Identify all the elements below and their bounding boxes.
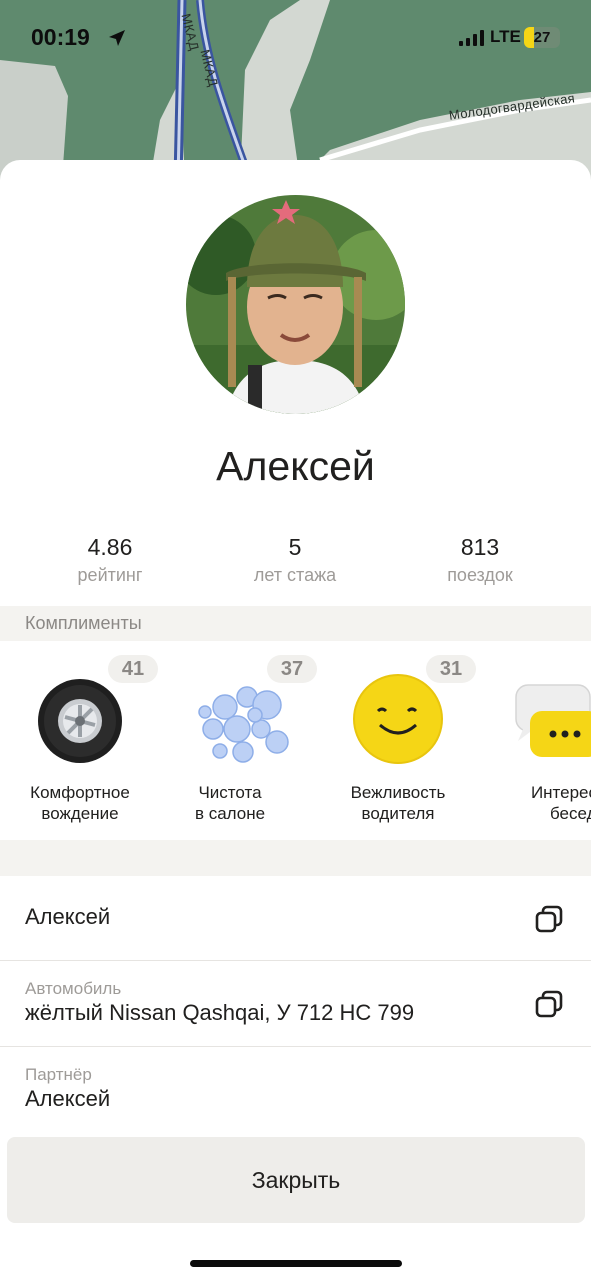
stat-trips: 813 поездок <box>390 533 570 589</box>
status-bar: 00:19 LTE 27 <box>0 0 591 76</box>
copy-icon[interactable] <box>534 989 564 1019</box>
compliment-label: Интересная беседа <box>498 782 591 824</box>
copy-icon[interactable] <box>534 904 564 934</box>
partner-caption: Партнёр <box>25 1065 92 1084</box>
compliment-clean-interior[interactable]: 37 Чистота в салоне <box>160 652 330 842</box>
car-value: жёлтый Nissan Qashqai, У 712 НС 799 <box>25 1000 415 1025</box>
signal-strength-icon <box>459 30 484 46</box>
compliment-label-line: Вежливость <box>350 783 446 802</box>
location-arrow-icon <box>109 30 125 46</box>
battery-icon: 27 <box>524 27 560 48</box>
compliment-label-line: в салоне <box>194 804 266 823</box>
network-type: LTE <box>490 27 521 46</box>
home-indicator[interactable] <box>190 1260 402 1267</box>
status-time: 00:19 <box>31 24 90 50</box>
stat-label: лет стажа <box>253 565 337 585</box>
wheel-icon <box>38 679 122 763</box>
battery-percent: 27 <box>533 29 551 46</box>
compliment-label: Чистота в салоне <box>150 782 310 824</box>
compliment-label: Вежливость водителя <box>318 782 478 824</box>
partner-row: Партнёр Алексей <box>0 1047 591 1137</box>
stat-value: 5 <box>288 534 302 560</box>
stat-experience: 5 лет стажа <box>205 533 385 589</box>
bubbles-icon <box>198 686 289 763</box>
compliment-label-line: Чистота <box>198 783 262 802</box>
compliment-label-line: вождение <box>41 804 119 823</box>
stat-value: 813 <box>460 534 500 560</box>
compliment-label-line: Интересная <box>530 783 591 802</box>
chat-bubbles-icon <box>515 684 591 757</box>
close-button[interactable]: Закрыть <box>7 1137 585 1223</box>
partner-value: Алексей <box>25 1086 111 1111</box>
driver-name-row: Алексей <box>0 876 591 961</box>
compliment-label: Комфортное вождение <box>0 782 160 824</box>
compliment-polite-driver[interactable]: 31 Вежливость водителя <box>320 652 490 842</box>
compliment-label-line: Комфортное <box>30 783 130 802</box>
compliment-comfortable-driving[interactable]: 41 Комфортное вождение <box>0 652 170 842</box>
stat-value: 4.86 <box>87 534 133 560</box>
stat-rating: 4.86 рейтинг <box>20 533 200 589</box>
compliment-label-line: беседа <box>550 804 591 823</box>
car-row: Автомобиль жёлтый Nissan Qashqai, У 712 … <box>0 961 591 1047</box>
smiley-icon <box>353 674 443 764</box>
compliments-title: Комплименты <box>25 613 142 633</box>
section-divider <box>0 840 591 876</box>
compliments-header: Комплименты <box>0 606 591 641</box>
driver-photo <box>186 195 405 414</box>
compliment-label-line: водителя <box>361 804 435 823</box>
driver-name: Алексей <box>216 443 375 489</box>
car-caption: Автомобиль <box>25 979 122 998</box>
driver-info-sheet: Алексей 4.86 рейтинг 5 лет стажа 813 пое… <box>0 160 591 1280</box>
stat-label: рейтинг <box>77 565 143 585</box>
compliment-interesting-conversation[interactable]: Интересная беседа <box>480 652 591 842</box>
stat-label: поездок <box>447 565 513 585</box>
driver-name-value: Алексей <box>25 904 111 929</box>
driver-avatar <box>186 195 405 414</box>
